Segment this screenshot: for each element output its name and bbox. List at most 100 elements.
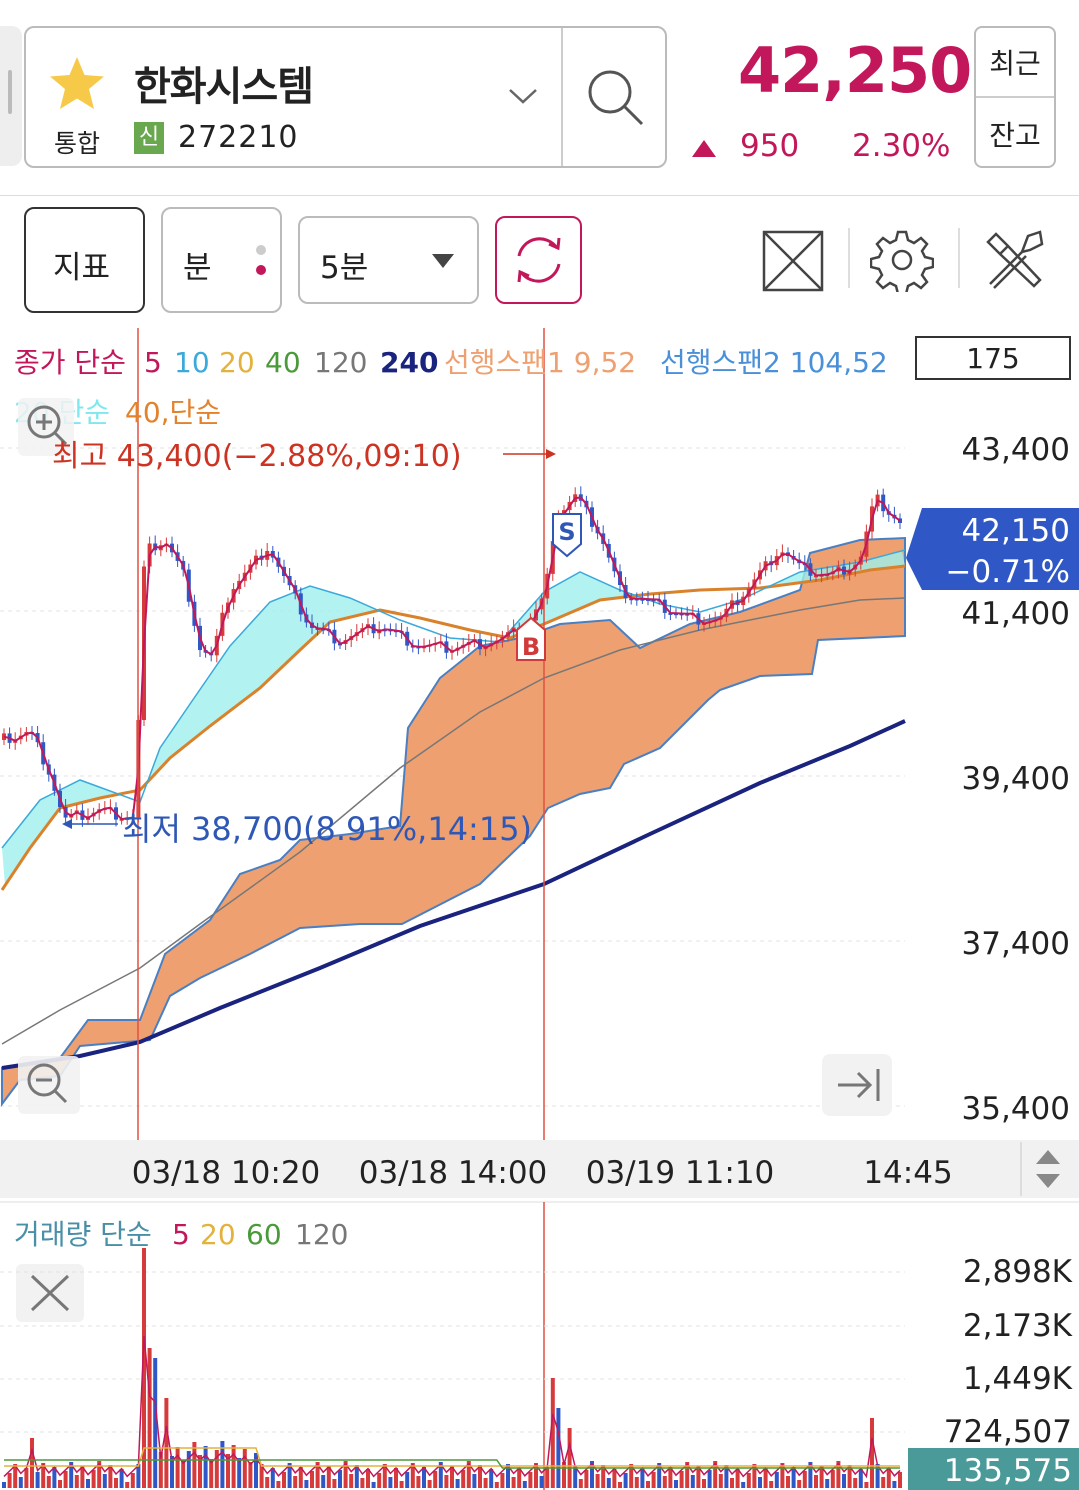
balance-button[interactable]: 잔고	[976, 114, 1054, 154]
refresh-button[interactable]	[495, 216, 582, 304]
ma-legend-40: 40	[265, 346, 301, 379]
volume-bar	[366, 1469, 370, 1488]
volume-bar	[377, 1473, 382, 1488]
volume-bar	[746, 1473, 751, 1488]
volume-bar	[7, 1473, 12, 1488]
volume-bar	[444, 1475, 449, 1488]
scroll-to-end-icon[interactable]	[822, 1054, 892, 1116]
fullscreen-icon[interactable]	[760, 228, 826, 294]
volume-bar	[662, 1476, 667, 1488]
ma40-legend: 40,단순	[125, 396, 221, 429]
stock-code: 272210	[178, 120, 299, 155]
volume-bar	[332, 1479, 337, 1488]
span2-legend: 선행스팬2 104,52	[660, 346, 888, 379]
price-axis-label-37400: 37,400	[962, 926, 1070, 962]
recent-button[interactable]: 최근	[976, 42, 1054, 82]
current-price-tag-value: 42,150	[962, 513, 1070, 549]
volume-bar	[730, 1478, 734, 1488]
volume-bar	[646, 1481, 650, 1488]
volume-axis-label-1: 2,898K	[963, 1254, 1073, 1290]
indicator-button[interactable]: 지표	[24, 207, 145, 313]
volume-bar	[338, 1470, 342, 1488]
volume-bar	[164, 1398, 169, 1488]
volume-bar	[242, 1449, 247, 1488]
interval-select[interactable]: 5분	[298, 216, 479, 304]
refresh-icon	[517, 237, 561, 283]
volume-legend-120: 120	[295, 1218, 348, 1251]
volume-bar	[147, 1348, 152, 1488]
chevron-down-icon[interactable]	[506, 84, 540, 108]
high-annotation: 최고 43,400(−2.88%,09:10)	[52, 439, 462, 474]
volume-bar	[388, 1477, 393, 1488]
volume-bar	[125, 1482, 130, 1488]
price-change: 950	[740, 128, 800, 164]
volume-bar	[842, 1474, 846, 1488]
volume-bar	[282, 1472, 286, 1488]
volume-bar	[18, 1477, 23, 1488]
price-axis-label-41400: 41,400	[962, 596, 1070, 632]
search-divider	[561, 28, 563, 166]
volume-bar	[35, 1472, 40, 1488]
zoom-out-icon[interactable]	[18, 1056, 80, 1114]
price-axis-label-39400: 39,400	[962, 761, 1070, 797]
volume-bar	[310, 1471, 314, 1488]
volume-bar	[634, 1477, 639, 1488]
period-button-label: 분	[183, 250, 212, 286]
volume-bar	[769, 1481, 774, 1488]
ma-legend-10: 10	[174, 346, 210, 379]
volume-bar	[203, 1446, 208, 1488]
volume-bar	[455, 1479, 460, 1488]
volume-bar	[892, 1481, 897, 1488]
low-annotation: 최저 38,700(8.91%,14:15)	[122, 810, 532, 848]
favorite-star-icon[interactable]	[46, 54, 108, 114]
volume-bar	[494, 1482, 499, 1488]
close-volume-icon[interactable]	[16, 1264, 84, 1322]
volume-bar	[618, 1482, 622, 1488]
ma-legend-title: 종가 단순	[14, 346, 126, 379]
price-chart[interactable]: 종가 단순 5 10 20 40 120 240 선행스팬1 9,52 선행스팬…	[0, 328, 1079, 1490]
volume-bar	[46, 1476, 51, 1488]
volume-legend-5: 5	[172, 1218, 190, 1251]
volume-bar	[595, 1474, 600, 1488]
buy-marker-label: B	[522, 633, 540, 661]
toolbar-divider-2	[958, 228, 960, 288]
count-box-value: 175	[966, 342, 1019, 375]
volume-bar	[58, 1480, 62, 1488]
volume-bar	[814, 1475, 818, 1488]
volume-legend-20: 20	[200, 1218, 236, 1251]
volume-bar	[511, 1477, 516, 1488]
caret-down-icon	[432, 254, 454, 268]
volume-bar	[606, 1478, 611, 1488]
volume-bar	[91, 1470, 96, 1488]
credit-badge: 신	[134, 122, 164, 154]
volume-bar	[702, 1479, 706, 1488]
toolbar-divider-1	[848, 228, 850, 288]
stock-name: 한화시스템	[134, 64, 314, 110]
market-label: 통합	[54, 129, 101, 158]
volume-bar	[483, 1478, 488, 1488]
indicator-button-label: 지표	[53, 250, 111, 286]
volume-bar	[427, 1480, 432, 1488]
volume-legend-60: 60	[246, 1218, 282, 1251]
volume-bar	[522, 1481, 527, 1488]
volume-bar	[405, 1472, 410, 1488]
gear-icon[interactable]	[870, 228, 934, 292]
volume-bar	[293, 1476, 298, 1488]
ma-legend-240: 240	[380, 346, 438, 379]
volume-bar	[2, 1482, 6, 1488]
volume-bar	[898, 1472, 902, 1488]
volume-bar	[416, 1476, 421, 1488]
tools-icon[interactable]	[982, 228, 1046, 292]
period-button[interactable]: 분	[161, 207, 282, 313]
stock-selector[interactable]: 한화시스템 통합 신 272210	[24, 26, 667, 168]
volume-bar	[321, 1475, 326, 1488]
volume-bar	[858, 1469, 863, 1488]
time-label-4: 14:45	[863, 1155, 952, 1191]
volume-bar	[433, 1471, 438, 1488]
volume-bar	[86, 1479, 90, 1488]
volume-axis-label-4: 724,507	[944, 1414, 1072, 1450]
volume-bar	[612, 1469, 617, 1488]
search-icon[interactable]	[582, 64, 648, 130]
volume-bar	[567, 1428, 572, 1488]
volume-bar	[192, 1442, 197, 1488]
